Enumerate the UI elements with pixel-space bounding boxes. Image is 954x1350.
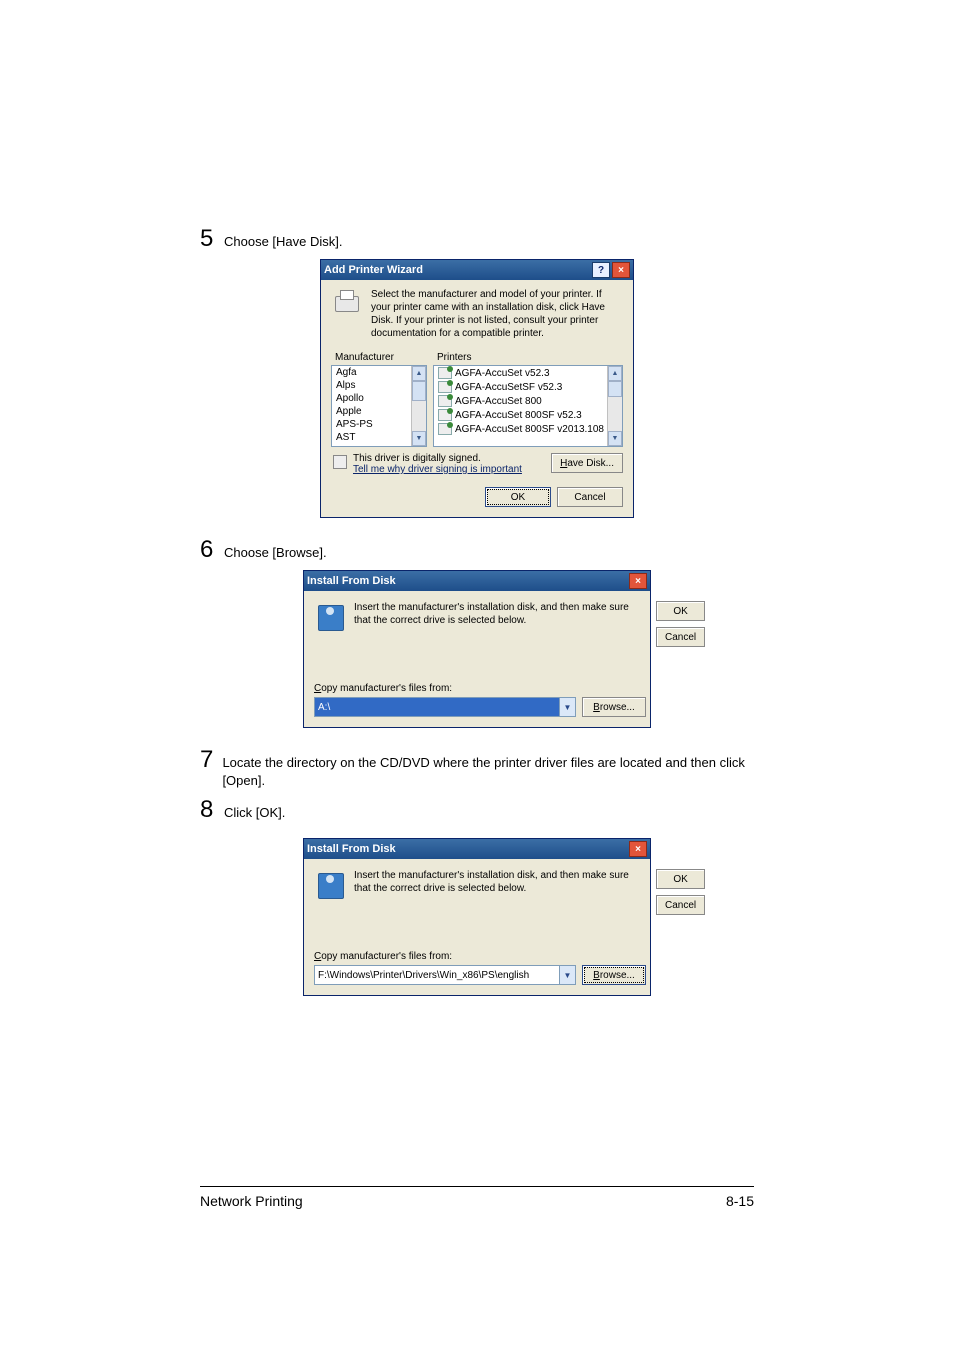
scroll-up-button[interactable]: ▲	[608, 366, 622, 381]
step-7-num: 7	[200, 746, 222, 774]
list-item[interactable]: AGFA-AccuSet 800SF v2013.108	[434, 422, 608, 436]
printer-item-icon	[438, 395, 452, 407]
install-from-disk-dialog-2: Install From Disk × Insert the manufactu…	[303, 838, 651, 996]
step-5: 5 Choose [Have Disk].	[200, 225, 754, 253]
add-printer-titlebar: Add Printer Wizard ? ×	[321, 260, 633, 280]
signed-icon	[331, 453, 347, 469]
list-item[interactable]: AST	[332, 431, 412, 444]
step-5-num: 5	[200, 225, 224, 253]
copy-from-combo[interactable]: ▼	[314, 965, 576, 985]
close-button[interactable]: ×	[629, 573, 647, 589]
page-footer: Network Printing 8-15	[200, 1186, 754, 1209]
ok-button[interactable]: OK	[485, 487, 551, 507]
cancel-button[interactable]: Cancel	[656, 895, 705, 915]
install2-titlebar: Install From Disk ×	[304, 839, 650, 859]
add-printer-intro: Select the manufacturer and model of you…	[371, 288, 623, 340]
scrollbar[interactable]: ▲ ▼	[411, 366, 426, 446]
scroll-down-button[interactable]: ▼	[608, 431, 622, 446]
step-8-text: Click [OK].	[224, 799, 285, 822]
footer-right: 8-15	[726, 1193, 754, 1209]
printers-list[interactable]: AGFA-AccuSet v52.3 AGFA-AccuSetSF v52.3 …	[433, 365, 623, 447]
ok-button[interactable]: OK	[656, 601, 705, 621]
install-from-disk-dialog-1: Install From Disk × Insert the manufactu…	[303, 570, 651, 728]
printers-label: Printers	[433, 350, 623, 365]
dropdown-button[interactable]: ▼	[559, 966, 575, 984]
copy-from-input[interactable]	[315, 966, 559, 984]
scroll-down-button[interactable]: ▼	[412, 431, 426, 446]
install1-msg: Insert the manufacturer's installation d…	[354, 601, 646, 633]
step-6-num: 6	[200, 536, 224, 564]
printer-item-icon	[438, 423, 452, 435]
install2-msg: Insert the manufacturer's installation d…	[354, 869, 646, 901]
add-printer-wizard-dialog: Add Printer Wizard ? × Select the manufa…	[320, 259, 634, 518]
copy-from-label: Copy manufacturer's files from:	[314, 951, 646, 962]
install2-title: Install From Disk	[307, 843, 396, 855]
step-6: 6 Choose [Browse].	[200, 536, 754, 564]
help-button[interactable]: ?	[592, 262, 610, 278]
disk-icon	[314, 869, 346, 901]
scroll-thumb[interactable]	[412, 381, 426, 401]
printer-item-icon	[438, 367, 452, 379]
signed-text: This driver is digitally signed.	[353, 453, 545, 464]
install1-titlebar: Install From Disk ×	[304, 571, 650, 591]
install1-title: Install From Disk	[307, 575, 396, 587]
close-button[interactable]: ×	[629, 841, 647, 857]
list-item[interactable]: AGFA-AccuSetSF v52.3	[434, 380, 608, 394]
printer-icon	[331, 288, 363, 320]
step-6-text: Choose [Browse].	[224, 539, 327, 562]
scroll-thumb[interactable]	[608, 381, 622, 397]
footer-left: Network Printing	[200, 1193, 303, 1209]
copy-from-input[interactable]	[315, 698, 559, 716]
step-7-text: Locate the directory on the CD/DVD where…	[222, 749, 754, 790]
list-item[interactable]: APS-PS	[332, 418, 412, 431]
signing-link[interactable]: Tell me why driver signing is important	[353, 464, 545, 475]
scrollbar[interactable]: ▲ ▼	[607, 366, 622, 446]
list-item[interactable]: Agfa	[332, 366, 412, 379]
scroll-up-button[interactable]: ▲	[412, 366, 426, 381]
step-7: 7 Locate the directory on the CD/DVD whe…	[200, 746, 754, 790]
printer-item-icon	[438, 381, 452, 393]
list-item[interactable]: AGFA-AccuSet 800	[434, 394, 608, 408]
list-item[interactable]: AGFA-AccuSet v52.3	[434, 366, 608, 380]
browse-button[interactable]: Browse...	[582, 697, 646, 717]
list-item[interactable]: AGFA-AccuSet 800SF v52.3	[434, 408, 608, 422]
dropdown-button[interactable]: ▼	[559, 698, 575, 716]
manufacturer-label: Manufacturer	[331, 350, 427, 365]
disk-icon	[314, 601, 346, 633]
printer-item-icon	[438, 409, 452, 421]
step-8: 8 Click [OK].	[200, 796, 754, 824]
list-item[interactable]: Apollo	[332, 392, 412, 405]
list-item[interactable]: Apple	[332, 405, 412, 418]
step-5-text: Choose [Have Disk].	[224, 228, 343, 251]
browse-button[interactable]: Browse...	[582, 965, 646, 985]
close-button[interactable]: ×	[612, 262, 630, 278]
ok-button[interactable]: OK	[656, 869, 705, 889]
copy-from-label: Copy manufacturer's files from:	[314, 683, 646, 694]
step-8-num: 8	[200, 796, 224, 824]
cancel-button[interactable]: Cancel	[557, 487, 623, 507]
copy-from-combo[interactable]: ▼	[314, 697, 576, 717]
list-item[interactable]: Alps	[332, 379, 412, 392]
cancel-button[interactable]: Cancel	[656, 627, 705, 647]
add-printer-title: Add Printer Wizard	[324, 264, 423, 276]
manufacturer-list[interactable]: Agfa Alps Apollo Apple APS-PS AST ▲	[331, 365, 427, 447]
have-disk-button[interactable]: Have Disk...	[551, 453, 623, 473]
